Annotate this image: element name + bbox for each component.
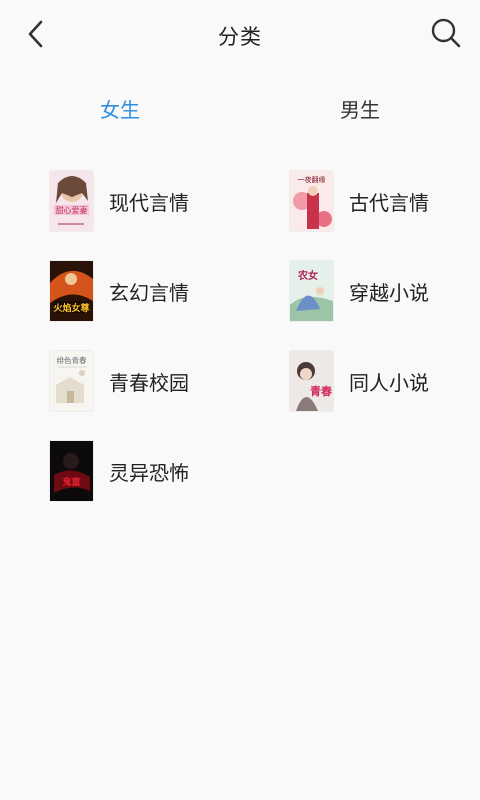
svg-text:火焰女尊: 火焰女尊 bbox=[53, 302, 89, 314]
gender-tabs: 女生 男生 bbox=[0, 86, 480, 130]
category-label: 灵异恐怖 bbox=[109, 460, 189, 485]
svg-text:绯色青春: 绯色青春 bbox=[57, 355, 87, 365]
book-cover-ancient-romance: 一夜翻缘 bbox=[290, 171, 333, 231]
category-row: 甜心爱妻 现代言情 一夜翻缘 古代言情 bbox=[0, 170, 480, 260]
category-label: 玄幻言情 bbox=[109, 280, 189, 305]
book-cover-time-travel: 农女 bbox=[290, 261, 333, 321]
category-label: 同人小说 bbox=[349, 370, 429, 395]
category-horror[interactable]: 鬼童 灵异恐怖 bbox=[50, 440, 250, 502]
search-button[interactable] bbox=[428, 17, 464, 53]
book-cover-campus-youth: 绯色青春 bbox=[50, 351, 93, 411]
category-label: 青春校园 bbox=[109, 370, 189, 395]
category-campus-youth[interactable]: 绯色青春 青春校园 bbox=[50, 350, 250, 412]
svg-text:一夜翻缘: 一夜翻缘 bbox=[298, 175, 326, 184]
page-title: 分类 bbox=[218, 25, 262, 49]
chevron-left-icon bbox=[25, 19, 47, 53]
svg-text:甜心爱妻: 甜心爱妻 bbox=[56, 205, 88, 215]
svg-text:农女: 农女 bbox=[297, 269, 318, 282]
back-button[interactable] bbox=[18, 18, 54, 54]
tab-male[interactable]: 男生 bbox=[240, 86, 480, 130]
svg-text:青春: 青春 bbox=[310, 384, 333, 398]
category-fanfiction[interactable]: 青春 同人小说 bbox=[290, 350, 480, 412]
category-time-travel[interactable]: 农女 穿越小说 bbox=[290, 260, 480, 322]
book-cover-fanfiction: 青春 bbox=[290, 351, 333, 411]
category-label: 穿越小说 bbox=[349, 280, 429, 305]
category-row: 绯色青春 青春校园 青春 同人小说 bbox=[0, 350, 480, 440]
category-row: 鬼童 灵异恐怖 bbox=[0, 440, 480, 530]
category-grid: 甜心爱妻 现代言情 一夜翻缘 古代言情 火焰女尊 玄幻言情 农女 穿越小说 绯色… bbox=[0, 170, 480, 530]
book-cover-modern-romance: 甜心爱妻 bbox=[50, 171, 93, 231]
category-ancient-romance[interactable]: 一夜翻缘 古代言情 bbox=[290, 170, 480, 232]
category-fantasy-romance[interactable]: 火焰女尊 玄幻言情 bbox=[50, 260, 250, 322]
category-label: 现代言情 bbox=[109, 190, 189, 215]
svg-text:鬼童: 鬼童 bbox=[62, 476, 80, 488]
search-icon bbox=[430, 17, 462, 53]
category-row: 火焰女尊 玄幻言情 农女 穿越小说 bbox=[0, 260, 480, 350]
tab-female[interactable]: 女生 bbox=[0, 86, 240, 130]
book-cover-fantasy-romance: 火焰女尊 bbox=[50, 261, 93, 321]
book-cover-horror: 鬼童 bbox=[50, 441, 93, 501]
category-label: 古代言情 bbox=[349, 190, 429, 215]
top-bar: 分类 bbox=[0, 0, 480, 72]
category-screen: 分类 女生 男生 甜心爱妻 现代言情 一夜翻缘 古代言情 火焰女尊 玄幻言情 农… bbox=[0, 0, 480, 800]
category-modern-romance[interactable]: 甜心爱妻 现代言情 bbox=[50, 170, 250, 232]
